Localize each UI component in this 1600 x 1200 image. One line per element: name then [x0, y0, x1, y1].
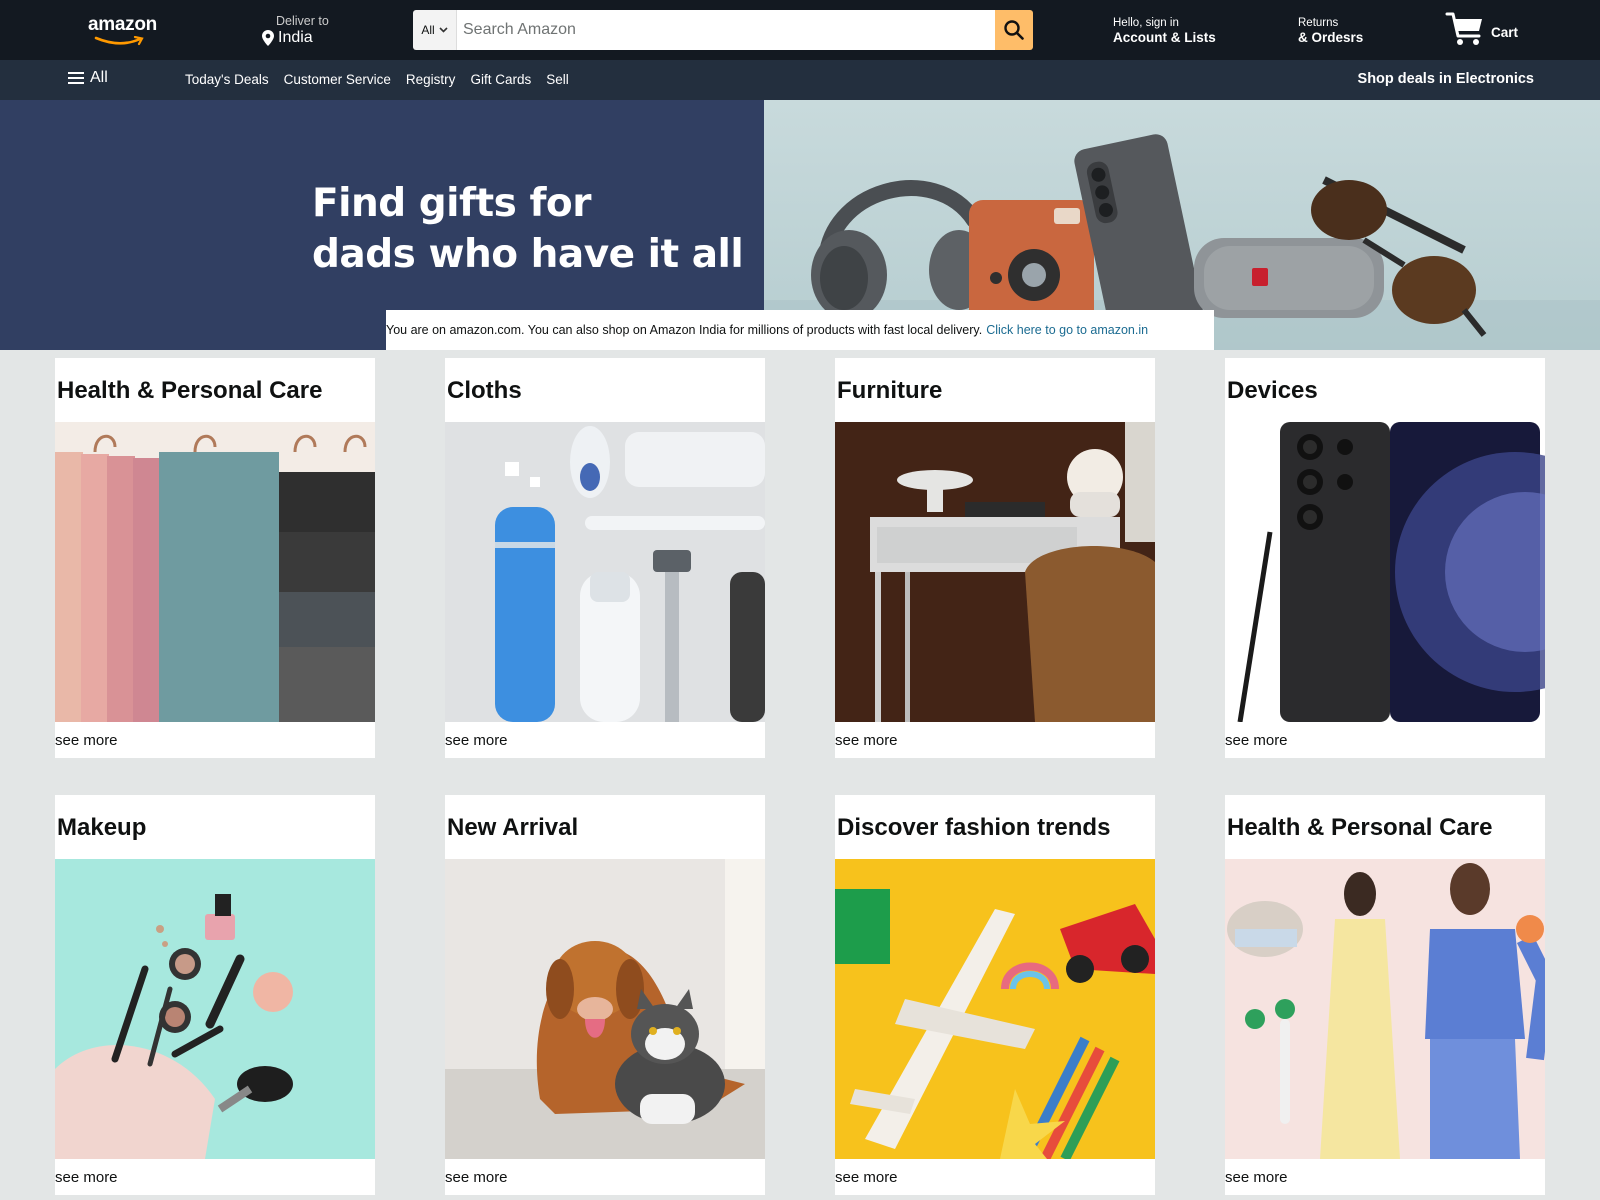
search-input[interactable]: [457, 10, 995, 50]
search-bar: All: [413, 10, 1033, 50]
see-more-link[interactable]: see more: [445, 1169, 508, 1186]
furniture-image[interactable]: [835, 422, 1155, 722]
hero-title: Find gifts for dads who have it all: [312, 178, 744, 280]
toiletries-image[interactable]: [445, 422, 765, 722]
see-more-link[interactable]: see more: [445, 732, 508, 749]
cart-label: Cart: [1491, 25, 1519, 40]
card-title: Furniture: [837, 377, 943, 404]
card-title: New Arrival: [447, 814, 579, 841]
category-card[interactable]: Health & Personal Care see more: [55, 358, 375, 758]
shop-electronics-link[interactable]: Shop deals in Electronics: [1358, 71, 1534, 87]
subnav-todays-deals[interactable]: Today's Deals: [185, 72, 269, 87]
smartphone-image[interactable]: [1225, 422, 1545, 722]
see-more-link[interactable]: see more: [55, 1169, 118, 1186]
account-label: Account & Lists: [1113, 30, 1216, 45]
returns-label: Returns: [1298, 17, 1339, 29]
orders-label: & Ordesrs: [1298, 30, 1364, 45]
towels-image[interactable]: [55, 422, 375, 722]
toys-image[interactable]: [835, 859, 1155, 1159]
all-menu-button[interactable]: All: [68, 69, 108, 87]
logo-smile-icon: [94, 36, 144, 46]
see-more-link[interactable]: see more: [1225, 1169, 1288, 1186]
category-card[interactable]: Health & Personal Care see more: [1225, 795, 1545, 1195]
see-more-link[interactable]: see more: [835, 1169, 898, 1186]
category-card[interactable]: Discover fashion trends see more: [835, 795, 1155, 1195]
card-title: Discover fashion trends: [837, 814, 1111, 841]
location-pin-icon: [262, 30, 274, 46]
makeup-image[interactable]: [55, 859, 375, 1159]
hero-title-line1: Find gifts for: [312, 181, 591, 226]
category-card[interactable]: Furniture see more: [835, 358, 1155, 758]
subnav-registry[interactable]: Registry: [406, 72, 456, 87]
see-more-link[interactable]: see more: [55, 732, 118, 749]
returns-orders[interactable]: Returns & Ordesrs: [1298, 17, 1363, 45]
search-category-dropdown[interactable]: All: [413, 10, 457, 50]
card-title: Makeup: [57, 814, 147, 841]
sub-nav: All Today's Deals Customer Service Regis…: [0, 60, 1600, 100]
card-title: Health & Personal Care: [1227, 814, 1493, 841]
cart-icon: [1445, 12, 1482, 45]
deliver-to[interactable]: Deliver to India: [262, 14, 329, 47]
subnav-gift-cards[interactable]: Gift Cards: [470, 72, 531, 87]
cart-button[interactable]: Cart: [1445, 8, 1518, 48]
card-title: Health & Personal Care: [57, 377, 323, 404]
subnav-links: Today's Deals Customer Service Registry …: [185, 72, 569, 87]
search-button[interactable]: [995, 10, 1033, 50]
pets-image[interactable]: [445, 859, 765, 1159]
category-card[interactable]: Devices see more: [1225, 358, 1545, 758]
card-title: Devices: [1227, 377, 1318, 404]
category-card[interactable]: Makeup see more: [55, 795, 375, 1195]
hero-title-line2: dads who have it all: [312, 232, 744, 277]
hero-banner[interactable]: Find gifts for dads who have it all You …: [0, 100, 1600, 350]
top-nav: amazon Deliver to India All H: [0, 0, 1600, 60]
deliver-label: Deliver to: [276, 14, 329, 28]
fashion-image[interactable]: [1225, 859, 1545, 1159]
amazon-india-link[interactable]: Click here to go to amazon.in: [986, 323, 1148, 337]
amazon-india-notice: You are on amazon.com. You can also shop…: [386, 310, 1214, 350]
account-greeting: Hello, sign in: [1113, 17, 1179, 29]
see-more-link[interactable]: see more: [1225, 732, 1288, 749]
deliver-location: India: [278, 29, 313, 46]
amazon-logo[interactable]: amazon: [88, 14, 164, 48]
logo-text: amazon: [88, 14, 157, 35]
category-card[interactable]: Cloths see more: [445, 358, 765, 758]
hamburger-icon: [68, 72, 84, 84]
chevron-down-icon: [439, 27, 448, 33]
category-card[interactable]: New Arrival see more: [445, 795, 765, 1195]
all-label: All: [90, 69, 108, 86]
search-category-label: All: [421, 23, 435, 37]
search-icon: [1004, 20, 1024, 40]
subnav-customer-service[interactable]: Customer Service: [284, 72, 391, 87]
see-more-link[interactable]: see more: [835, 732, 898, 749]
subnav-sell[interactable]: Sell: [546, 72, 569, 87]
speaker-icon: [1194, 238, 1384, 318]
notice-text: You are on amazon.com. You can also shop…: [386, 323, 983, 337]
card-title: Cloths: [447, 377, 522, 404]
account-lists[interactable]: Hello, sign in Account & Lists: [1113, 17, 1216, 45]
